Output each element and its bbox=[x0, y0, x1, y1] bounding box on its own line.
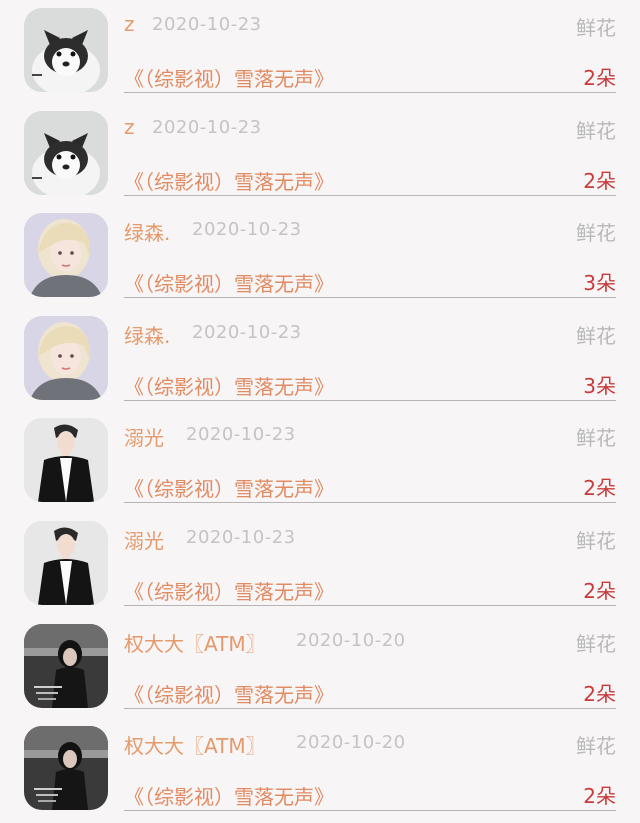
list-item[interactable]: 溺光 2020-10-23 鲜花 《（综影视）雪落无声》 2朵 bbox=[0, 410, 640, 513]
divider bbox=[124, 297, 616, 299]
list-item[interactable]: z 2020-10-23 鲜花 《（综影视）雪落无声》 2朵 bbox=[0, 0, 640, 103]
divider bbox=[124, 707, 616, 709]
gift-count: 2朵 bbox=[583, 784, 616, 809]
book-title-link[interactable]: 《（综影视）雪落无声》 bbox=[124, 679, 334, 708]
user-name[interactable]: z bbox=[124, 12, 135, 36]
book-title-link[interactable]: 《（综影视）雪落无声》 bbox=[124, 371, 334, 400]
gift-count: 2朵 bbox=[583, 168, 616, 193]
date-label: 2020-10-23 bbox=[152, 14, 262, 35]
list-item[interactable]: 绿森. 2020-10-23 鲜花 《（综影视）雪落无声》 3朵 bbox=[0, 205, 640, 308]
book-title-link[interactable]: 《（综影视）雪落无声》 bbox=[124, 63, 334, 92]
blonde-girl-avatar[interactable] bbox=[24, 315, 108, 400]
date-label: 2020-10-23 bbox=[186, 424, 296, 446]
date-label: 2020-10-20 bbox=[296, 732, 406, 754]
user-name[interactable]: 溺光 bbox=[124, 525, 164, 554]
gift-type-label: 鲜花 bbox=[576, 631, 616, 656]
gift-count: 3朵 bbox=[583, 271, 616, 296]
man-in-suit-avatar[interactable] bbox=[24, 520, 108, 605]
gift-count: 2朵 bbox=[583, 476, 616, 501]
date-label: 2020-10-23 bbox=[186, 526, 296, 548]
date-label: 2020-10-20 bbox=[296, 629, 406, 651]
gift-type-label: 鲜花 bbox=[576, 734, 616, 759]
divider bbox=[124, 194, 616, 196]
gift-type-label: 鲜花 bbox=[576, 221, 616, 246]
gift-count: 3朵 bbox=[583, 373, 616, 398]
divider bbox=[124, 502, 616, 504]
divider bbox=[124, 399, 616, 401]
gift-type-label: 鲜花 bbox=[576, 528, 616, 553]
list-item[interactable]: 权大大〖ATM〗 2020-10-20 鲜花 《（综影视）雪落无声》 2朵 bbox=[0, 718, 640, 821]
gift-count: 2朵 bbox=[583, 66, 616, 90]
user-name[interactable]: z bbox=[124, 115, 135, 139]
book-title-link[interactable]: 《（综影视）雪落无声》 bbox=[124, 781, 334, 810]
divider bbox=[124, 92, 616, 93]
date-label: 2020-10-23 bbox=[192, 219, 302, 241]
divider bbox=[124, 810, 616, 812]
blonde-girl-avatar[interactable] bbox=[24, 213, 108, 298]
user-name[interactable]: 溺光 bbox=[124, 422, 164, 451]
gift-type-label: 鲜花 bbox=[576, 323, 616, 348]
list-item[interactable]: 绿森. 2020-10-23 鲜花 《（综影视）雪落无声》 3朵 bbox=[0, 308, 640, 411]
user-name[interactable]: 权大大〖ATM〗 bbox=[124, 628, 266, 657]
list-item[interactable]: 溺光 2020-10-23 鲜花 《（综影视）雪落无声》 2朵 bbox=[0, 513, 640, 616]
gift-type-label: 鲜花 bbox=[576, 16, 616, 40]
user-name[interactable]: 绿森. bbox=[124, 217, 170, 246]
husky-avatar[interactable] bbox=[24, 110, 108, 195]
user-name[interactable]: 绿森. bbox=[124, 320, 170, 349]
husky-avatar[interactable] bbox=[24, 8, 108, 92]
gift-count: 2朵 bbox=[583, 578, 616, 603]
book-title-link[interactable]: 《（综影视）雪落无声》 bbox=[124, 473, 334, 502]
book-title-link[interactable]: 《（综影视）雪落无声》 bbox=[124, 268, 334, 297]
list-item[interactable]: 权大大〖ATM〗 2020-10-20 鲜花 《（综影视）雪落无声》 2朵 bbox=[0, 616, 640, 719]
man-in-suit-avatar[interactable] bbox=[24, 418, 108, 503]
list-item[interactable]: z 2020-10-23 鲜花 《（综影视）雪落无声》 2朵 bbox=[0, 103, 640, 206]
gift-type-label: 鲜花 bbox=[576, 426, 616, 451]
book-title-link[interactable]: 《（综影视）雪落无声》 bbox=[124, 166, 334, 195]
user-name[interactable]: 权大大〖ATM〗 bbox=[124, 730, 266, 759]
book-title-link[interactable]: 《（综影视）雪落无声》 bbox=[124, 576, 334, 605]
dark-girl-avatar[interactable] bbox=[24, 726, 108, 811]
date-label: 2020-10-23 bbox=[152, 116, 262, 138]
gift-record-list: z 2020-10-23 鲜花 《（综影视）雪落无声》 2朵 z 2020-10… bbox=[0, 0, 640, 823]
gift-count: 2朵 bbox=[583, 681, 616, 706]
dark-girl-avatar[interactable] bbox=[24, 623, 108, 708]
gift-type-label: 鲜花 bbox=[576, 118, 616, 143]
divider bbox=[124, 604, 616, 606]
date-label: 2020-10-23 bbox=[192, 321, 302, 343]
